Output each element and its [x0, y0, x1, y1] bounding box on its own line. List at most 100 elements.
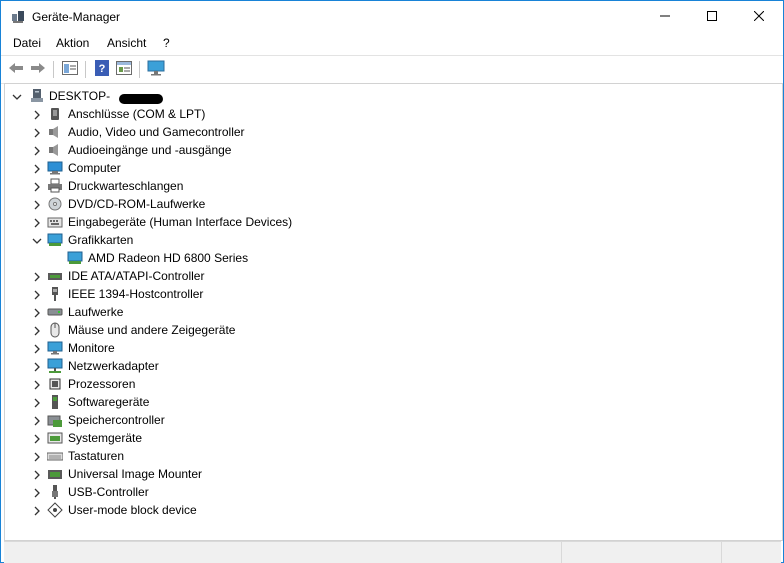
- maximize-button[interactable]: [689, 1, 734, 32]
- chevron-right-icon[interactable]: [32, 127, 42, 138]
- tree-category-row[interactable]: Monitore: [5, 339, 775, 357]
- chevron-right-icon[interactable]: [32, 271, 42, 282]
- image-mounter-icon: [47, 466, 63, 482]
- chevron-right-icon[interactable]: [32, 487, 42, 498]
- tree-item-label: Universal Image Mounter: [68, 467, 203, 481]
- printer-icon: [47, 178, 63, 194]
- tree-item-label: Netzwerkadapter: [68, 359, 159, 373]
- forward-button[interactable]: [29, 60, 47, 78]
- tree-item-label: Druckwarteschlangen: [68, 179, 184, 193]
- tree-category-row[interactable]: Audio, Video und Gamecontroller: [5, 123, 775, 141]
- chevron-right-icon[interactable]: [32, 379, 42, 390]
- tree-category-row[interactable]: User-mode block device: [5, 501, 775, 519]
- tree-category-row[interactable]: Tastaturen: [5, 447, 775, 465]
- tree-category-row[interactable]: Universal Image Mounter: [5, 465, 775, 483]
- tree-category-row[interactable]: Anschlüsse (COM & LPT): [5, 105, 775, 123]
- tree-category-row[interactable]: Laufwerke: [5, 303, 775, 321]
- computer-icon: [29, 88, 45, 104]
- chevron-right-icon[interactable]: [32, 217, 42, 228]
- chevron-right-icon[interactable]: [32, 325, 42, 336]
- tree-category-row[interactable]: USB-Controller: [5, 483, 775, 501]
- chevron-down-icon[interactable]: [32, 235, 42, 245]
- chevron-right-icon[interactable]: [32, 199, 42, 210]
- tree-category-row[interactable]: Audioeingänge und -ausgänge: [5, 141, 775, 159]
- chevron-right-icon[interactable]: [32, 163, 42, 174]
- tree-item-label: Computer: [68, 161, 121, 175]
- tree-root[interactable]: DESKTOP-: [5, 87, 775, 105]
- menu-aktion[interactable]: Aktion: [56, 36, 89, 50]
- device-manager-window: Geräte-Manager Datei Aktion Ansicht ? ?: [0, 0, 784, 563]
- speaker-icon: [47, 124, 63, 140]
- chevron-right-icon[interactable]: [32, 451, 42, 462]
- tree-device-row[interactable]: AMD Radeon HD 6800 Series: [5, 249, 775, 267]
- chevron-right-icon[interactable]: [32, 181, 42, 192]
- tree-category-row[interactable]: Speichercontroller: [5, 411, 775, 429]
- scan-hardware-button[interactable]: [147, 60, 165, 78]
- tree-item-label: DVD/CD-ROM-Laufwerke: [68, 197, 206, 211]
- close-icon: [753, 10, 764, 24]
- chevron-right-icon[interactable]: [32, 109, 42, 120]
- tree-category-row[interactable]: Netzwerkadapter: [5, 357, 775, 375]
- tree-item-label: IDE ATA/ATAPI-Controller: [68, 269, 205, 283]
- tree-item-label: IEEE 1394-Hostcontroller: [68, 287, 204, 301]
- status-panel: [721, 542, 782, 563]
- tree-item-label: Tastaturen: [68, 449, 125, 463]
- help-button[interactable]: ?: [93, 59, 111, 79]
- chevron-right-icon[interactable]: [32, 415, 42, 426]
- forward-arrow-icon: [30, 61, 46, 78]
- tree-item-label: Systemgeräte: [68, 431, 143, 445]
- chevron-right-icon[interactable]: [32, 469, 42, 480]
- tree-category-row[interactable]: Eingabegeräte (Human Interface Devices): [5, 213, 775, 231]
- chevron-right-icon[interactable]: [32, 505, 42, 516]
- tree-item-label: Softwaregeräte: [68, 395, 150, 409]
- toolbar-separator: [139, 61, 140, 78]
- hid-icon: [47, 214, 63, 230]
- tree-category-row[interactable]: Computer: [5, 159, 775, 177]
- chevron-right-icon[interactable]: [32, 307, 42, 318]
- tree-category-row[interactable]: Grafikkarten: [5, 231, 775, 249]
- display-adapter-icon: [67, 250, 83, 266]
- status-bar: [4, 541, 781, 563]
- back-arrow-icon: [8, 61, 24, 78]
- display-adapter-icon: [47, 232, 63, 248]
- minimize-icon: [659, 10, 670, 24]
- view-button[interactable]: [115, 60, 133, 78]
- firewire-icon: [47, 286, 63, 302]
- chevron-right-icon[interactable]: [32, 361, 42, 372]
- chevron-right-icon[interactable]: [32, 397, 42, 408]
- chevron-right-icon[interactable]: [32, 289, 42, 300]
- tree-category-row[interactable]: Mäuse und andere Zeigegeräte: [5, 321, 775, 339]
- tree-category-row[interactable]: Systemgeräte: [5, 429, 775, 447]
- tree-category-row[interactable]: IEEE 1394-Hostcontroller: [5, 285, 775, 303]
- device-tree[interactable]: DESKTOP- Anschlüsse (COM & LPT) Audio, Vi…: [4, 83, 783, 541]
- back-button[interactable]: [7, 60, 25, 78]
- properties-button[interactable]: [61, 60, 79, 78]
- menu-help[interactable]: ?: [163, 36, 170, 50]
- storage-controller-icon: [47, 412, 63, 428]
- tree-category-row[interactable]: IDE ATA/ATAPI-Controller: [5, 267, 775, 285]
- menu-ansicht[interactable]: Ansicht: [107, 36, 146, 50]
- svg-text:?: ?: [99, 63, 106, 75]
- disk-drive-icon: [47, 304, 63, 320]
- tree-category-row[interactable]: Prozessoren: [5, 375, 775, 393]
- title-bar[interactable]: Geräte-Manager: [1, 1, 783, 32]
- chevron-right-icon[interactable]: [32, 433, 42, 444]
- toolbar: ?: [1, 55, 783, 84]
- chevron-right-icon[interactable]: [32, 145, 42, 156]
- mouse-icon: [47, 322, 63, 338]
- tree-category-row[interactable]: DVD/CD-ROM-Laufwerke: [5, 195, 775, 213]
- minimize-button[interactable]: [642, 1, 687, 32]
- tree-item-label: USB-Controller: [68, 485, 149, 499]
- tree-category-row[interactable]: Softwaregeräte: [5, 393, 775, 411]
- help-icon: ?: [94, 59, 110, 79]
- menu-datei[interactable]: Datei: [13, 36, 41, 50]
- tree-category-row[interactable]: Druckwarteschlangen: [5, 177, 775, 195]
- close-button[interactable]: [736, 1, 781, 32]
- block-device-icon: [47, 502, 63, 518]
- chevron-right-icon[interactable]: [32, 343, 42, 354]
- chevron-down-icon[interactable]: [12, 91, 22, 101]
- tree-item-label: Audio, Video und Gamecontroller: [68, 125, 245, 139]
- port-icon: [47, 106, 63, 122]
- tree-item-label: Mäuse und andere Zeigegeräte: [68, 323, 236, 337]
- maximize-icon: [706, 10, 717, 24]
